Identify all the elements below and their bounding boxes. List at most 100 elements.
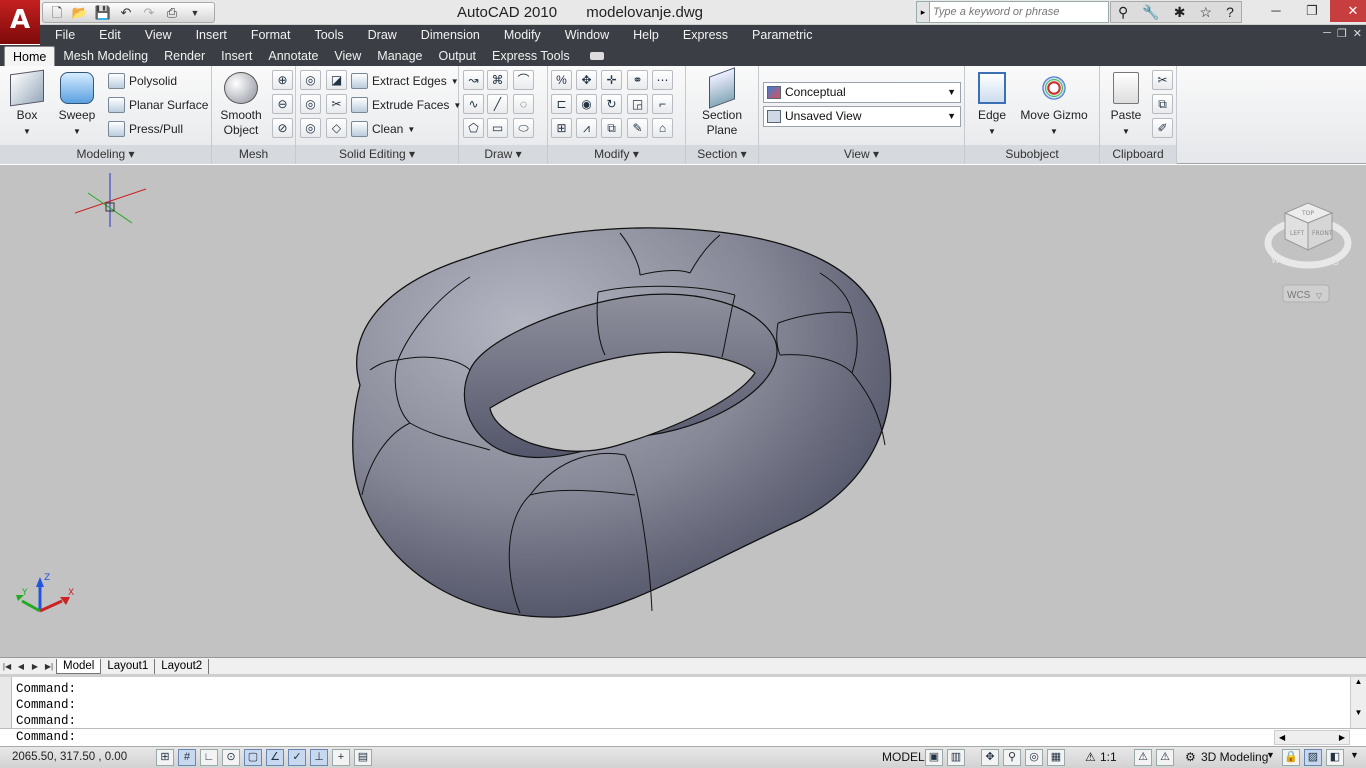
extract-edges-button[interactable]: Extract Edges ▼: [351, 70, 459, 92]
menu-insert[interactable]: Insert: [184, 28, 239, 42]
ribbon-minimize-icon[interactable]: [589, 52, 604, 60]
command-line[interactable]: Command: ◀ ▶: [0, 728, 1366, 746]
copy-icon[interactable]: ⧉: [1152, 94, 1173, 114]
status-tray-menu-icon[interactable]: ▼: [1350, 750, 1359, 760]
intersect-icon[interactable]: ◎: [300, 118, 321, 138]
menu-draw[interactable]: Draw: [356, 28, 409, 42]
layout-tab-model[interactable]: Model: [56, 658, 102, 674]
application-menu-button[interactable]: A: [0, 0, 40, 44]
undo-icon[interactable]: ↶: [115, 4, 137, 22]
menu-view[interactable]: View: [133, 28, 184, 42]
subtract-icon[interactable]: ◎: [300, 94, 321, 114]
move-gizmo-button[interactable]: Move Gizmo ▼: [1019, 70, 1089, 139]
help-icon[interactable]: ?: [1226, 4, 1234, 20]
menu-edit[interactable]: Edit: [87, 28, 133, 42]
ducs-icon[interactable]: ⊥: [310, 749, 328, 766]
break-icon[interactable]: ⋯: [652, 70, 673, 90]
command-scrollbar[interactable]: ▲ ▼: [1350, 677, 1366, 728]
polysolid-button[interactable]: Polysolid: [108, 70, 177, 92]
cut-icon[interactable]: ✂: [1152, 70, 1173, 90]
polyline-icon[interactable]: ⌘: [487, 70, 508, 90]
menu-window[interactable]: Window: [553, 28, 621, 42]
edge-filter-button[interactable]: Edge ▼: [965, 70, 1019, 139]
named-view-dropdown[interactable]: Unsaved View ▼: [763, 106, 961, 127]
binoculars-icon[interactable]: ⚲: [1118, 4, 1128, 21]
viewcube[interactable]: TOP LEFT FRONT W S: [1264, 202, 1352, 269]
panel-title-solid-editing[interactable]: Solid Editing ▾: [296, 145, 458, 164]
union-icon[interactable]: ◎: [300, 70, 321, 90]
match-properties-icon[interactable]: ✐: [1152, 118, 1173, 138]
shell-icon[interactable]: ◇: [326, 118, 347, 138]
osnap-icon[interactable]: ▢: [244, 749, 262, 766]
sweep-button[interactable]: Sweep ▼: [50, 70, 104, 139]
menu-help[interactable]: Help: [621, 28, 671, 42]
move-icon[interactable]: ✛: [601, 70, 622, 90]
menu-format[interactable]: Format: [239, 28, 303, 42]
communication-icon[interactable]: ✱: [1174, 4, 1186, 21]
quick-view-layouts-icon[interactable]: ▣: [925, 749, 943, 766]
layout-tab-layout1[interactable]: Layout1: [101, 658, 156, 674]
arc-icon[interactable]: ⌒: [513, 70, 534, 90]
smooth-more-icon[interactable]: ⊕: [272, 70, 293, 90]
workspace-switcher[interactable]: 3D Modeling: [1201, 750, 1268, 764]
tab-insert[interactable]: Insert: [213, 46, 260, 66]
box-button[interactable]: Box ▼: [0, 69, 54, 139]
circle-icon[interactable]: ◌: [513, 94, 534, 114]
close-button[interactable]: ✕: [1330, 0, 1366, 22]
command-hscroll[interactable]: ◀ ▶: [1274, 730, 1350, 745]
polygon-icon[interactable]: ⬠: [463, 118, 484, 138]
drawing-viewport[interactable]: TOP LEFT FRONT W S WCS ▽ Z X Y: [0, 165, 1366, 657]
join-icon[interactable]: ⌂: [652, 118, 673, 138]
menu-modify[interactable]: Modify: [492, 28, 553, 42]
panel-title-mesh[interactable]: Mesh: [212, 145, 295, 164]
doc-restore-icon[interactable]: ❐: [1337, 27, 1347, 40]
isolate-objects-icon[interactable]: ◧: [1326, 749, 1344, 766]
prev-layout-icon[interactable]: ◀: [14, 662, 28, 671]
pan-icon[interactable]: ✥: [981, 749, 999, 766]
model-space-toggle[interactable]: MODEL: [882, 750, 925, 764]
first-layout-icon[interactable]: |◀: [0, 662, 14, 671]
clean-button[interactable]: Clean ▼: [351, 118, 415, 140]
next-layout-icon[interactable]: ▶: [28, 662, 42, 671]
new-icon[interactable]: 🗋: [46, 4, 68, 22]
3d-rotate-icon[interactable]: ✥: [576, 70, 597, 90]
panel-title-modeling[interactable]: Modeling ▾: [0, 145, 211, 164]
fillet-icon[interactable]: ⌐: [652, 94, 673, 114]
menu-tools[interactable]: Tools: [302, 28, 355, 42]
panel-title-modify[interactable]: Modify ▾: [548, 145, 685, 164]
tab-annotate[interactable]: Annotate: [260, 46, 326, 66]
open-icon[interactable]: 📂: [69, 4, 91, 22]
stretch-icon[interactable]: ⊏: [551, 94, 572, 114]
ellipse-icon[interactable]: ⬭: [513, 118, 534, 138]
search-expand-icon[interactable]: ▸: [916, 1, 930, 23]
layout-tab-layout2[interactable]: Layout2: [155, 658, 210, 674]
model-canvas[interactable]: TOP LEFT FRONT W S WCS ▽ Z X Y: [0, 165, 1366, 657]
press-pull-button[interactable]: Press/Pull: [108, 118, 183, 140]
wcs-menu[interactable]: WCS ▽: [1282, 284, 1330, 303]
favorites-icon[interactable]: ☆: [1200, 4, 1213, 21]
infer-constraints-icon[interactable]: ⊞: [156, 749, 174, 766]
tab-home[interactable]: Home: [4, 46, 56, 66]
tab-mesh-modeling[interactable]: Mesh Modeling: [55, 46, 156, 66]
smooth-object-button[interactable]: Smooth Object: [214, 70, 268, 138]
construction-line-icon[interactable]: ╱: [487, 94, 508, 114]
visual-style-dropdown[interactable]: Conceptual ▼: [763, 82, 961, 103]
subscription-icon[interactable]: 🔧: [1142, 4, 1159, 21]
redo-icon[interactable]: ↷: [138, 4, 160, 22]
workspace-chevron-icon[interactable]: ▼: [1266, 750, 1275, 760]
planar-surface-button[interactable]: Planar Surface: [108, 94, 208, 116]
smooth-less-icon[interactable]: ⊖: [272, 94, 293, 114]
restore-button[interactable]: ❐: [1294, 0, 1330, 22]
3d-osnap-icon[interactable]: ∠: [266, 749, 284, 766]
line-icon[interactable]: ↝: [463, 70, 484, 90]
erase-icon[interactable]: ✎: [627, 118, 648, 138]
offset-icon[interactable]: ⧉: [601, 118, 622, 138]
torus-mesh-object[interactable]: [352, 227, 892, 618]
hardware-acceleration-icon[interactable]: ▨: [1304, 749, 1322, 766]
coordinate-display[interactable]: 2065.50, 317.50 , 0.00: [12, 751, 127, 763]
scale-icon[interactable]: %: [551, 70, 572, 90]
qat-dropdown-icon[interactable]: ▼: [184, 4, 206, 22]
panel-title-view[interactable]: View ▾: [759, 145, 964, 164]
slice-icon[interactable]: ◪: [326, 70, 347, 90]
panel-title-draw[interactable]: Draw ▾: [459, 145, 547, 164]
